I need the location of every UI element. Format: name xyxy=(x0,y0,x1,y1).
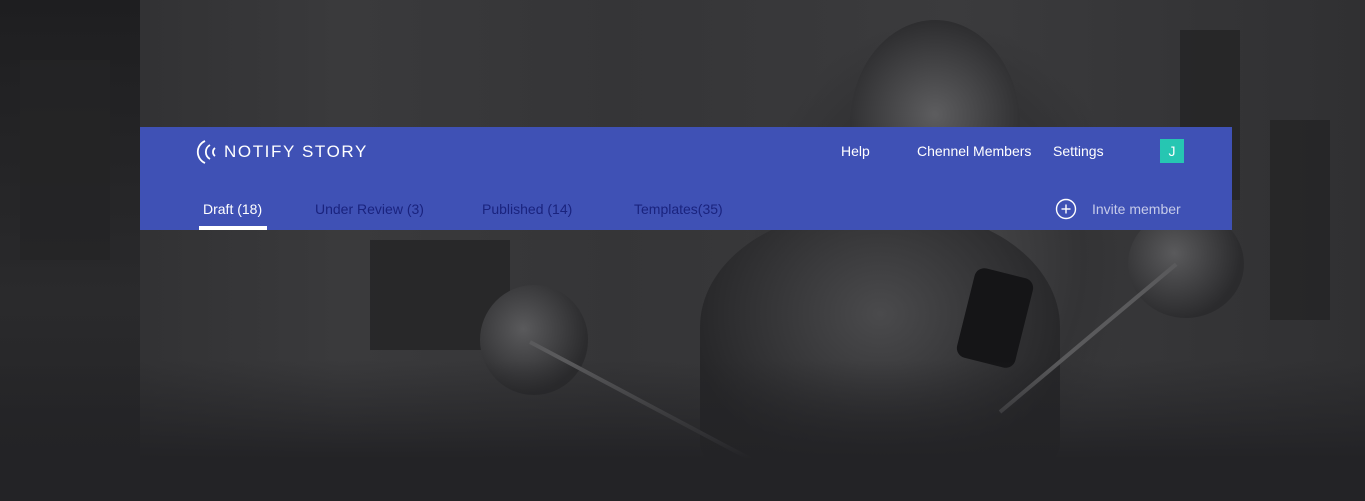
plus-circle-icon xyxy=(1055,198,1077,220)
background-photo xyxy=(0,0,1365,501)
tab-published[interactable]: Published (14) xyxy=(482,201,572,217)
app-header: NOTIFY STORY Help Chennel Members Settin… xyxy=(140,127,1232,230)
help-link[interactable]: Help xyxy=(841,143,870,159)
user-avatar[interactable]: J xyxy=(1160,139,1184,163)
active-tab-indicator xyxy=(199,226,267,230)
tab-under-review[interactable]: Under Review (3) xyxy=(315,201,424,217)
broadcast-signal-icon xyxy=(196,140,216,164)
brand-logo[interactable]: NOTIFY STORY xyxy=(196,139,368,165)
tab-draft[interactable]: Draft (18) xyxy=(203,201,262,217)
channel-members-link[interactable]: Chennel Members xyxy=(917,143,1031,159)
settings-link[interactable]: Settings xyxy=(1053,143,1104,159)
invite-member-button[interactable]: Invite member xyxy=(1055,198,1181,220)
brand-name: NOTIFY STORY xyxy=(224,142,368,161)
invite-member-label: Invite member xyxy=(1092,201,1181,217)
tab-templates[interactable]: Templates(35) xyxy=(634,201,723,217)
